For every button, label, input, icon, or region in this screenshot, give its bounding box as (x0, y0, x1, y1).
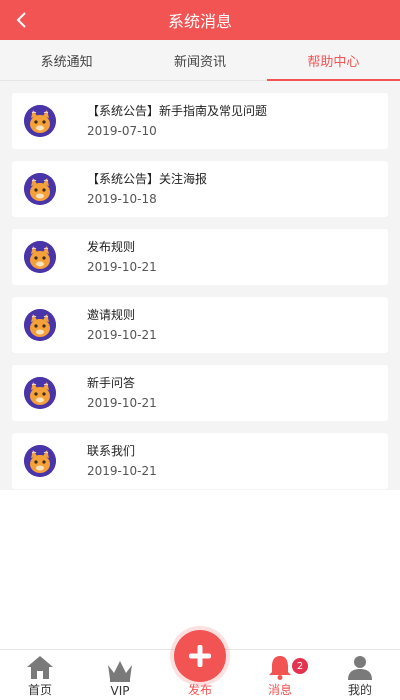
tabbar-label: 发布 (187, 683, 212, 697)
message-title: 新手问答 (87, 375, 136, 390)
back-button[interactable] (6, 0, 38, 40)
tabbar-vip[interactable]: VIP (80, 650, 160, 700)
tabbar-publish[interactable]: 发布 (160, 630, 240, 700)
home-icon (27, 656, 53, 679)
tab-bar: 系统通知 新闻资讯 帮助中心 (0, 40, 400, 81)
message-date: 2019-10-21 (87, 395, 157, 410)
cat-avatar-icon (24, 445, 56, 477)
message-date: 2019-07-10 (87, 123, 157, 138)
tabbar-home[interactable]: 首页 (0, 650, 80, 700)
message-date: 2019-10-21 (87, 327, 157, 342)
crown-icon (108, 661, 132, 682)
message-title: 邀请规则 (87, 307, 136, 322)
tabbar-label: 我的 (347, 683, 372, 697)
list-item[interactable]: 发布规则 2019-10-21 (12, 229, 388, 285)
message-title: 【系统公告】关注海报 (87, 171, 208, 186)
message-title: 发布规则 (87, 239, 136, 254)
tab-help-center[interactable]: 帮助中心 (266, 40, 400, 81)
cat-avatar-icon (24, 377, 56, 409)
app-header: 系统消息 (0, 0, 400, 40)
cat-avatar-icon (24, 173, 56, 205)
message-title: 联系我们 (87, 443, 136, 458)
message-title: 【系统公告】新手指南及常见问题 (87, 103, 268, 118)
message-list: 【系统公告】新手指南及常见问题 2019-07-10 【系统公告】关注海报 20… (0, 81, 400, 490)
tabbar-label: 消息 (267, 683, 292, 697)
user-icon (348, 656, 372, 680)
cat-avatar-icon (24, 241, 56, 273)
list-item[interactable]: 新手问答 2019-10-21 (12, 365, 388, 421)
bottom-tab-bar: 首页 VIP 发布 2 消息 我的 (0, 630, 400, 700)
bell-icon (269, 656, 291, 680)
tab-news[interactable]: 新闻资讯 (133, 40, 266, 80)
list-item[interactable]: 【系统公告】新手指南及常见问题 2019-07-10 (12, 93, 388, 149)
tab-system-notice[interactable]: 系统通知 (0, 40, 133, 80)
list-item[interactable]: 联系我们 2019-10-21 (12, 433, 388, 489)
publish-button[interactable] (174, 630, 226, 682)
tabbar-messages[interactable]: 2 消息 (240, 650, 320, 700)
list-item[interactable]: 邀请规则 2019-10-21 (12, 297, 388, 353)
cat-avatar-icon (24, 105, 56, 137)
chevron-left-icon (16, 12, 26, 28)
cat-avatar-icon (24, 309, 56, 341)
message-date: 2019-10-21 (87, 463, 157, 478)
message-date: 2019-10-21 (87, 259, 157, 274)
tabbar-mine[interactable]: 我的 (320, 650, 400, 700)
unread-badge: 2 (292, 658, 308, 674)
tabbar-label: VIP (110, 684, 130, 698)
list-item[interactable]: 【系统公告】关注海报 2019-10-18 (12, 161, 388, 217)
tabbar-label: 首页 (27, 683, 52, 697)
message-date: 2019-10-18 (87, 191, 157, 206)
page-title: 系统消息 (167, 12, 232, 31)
plus-icon (189, 645, 211, 667)
